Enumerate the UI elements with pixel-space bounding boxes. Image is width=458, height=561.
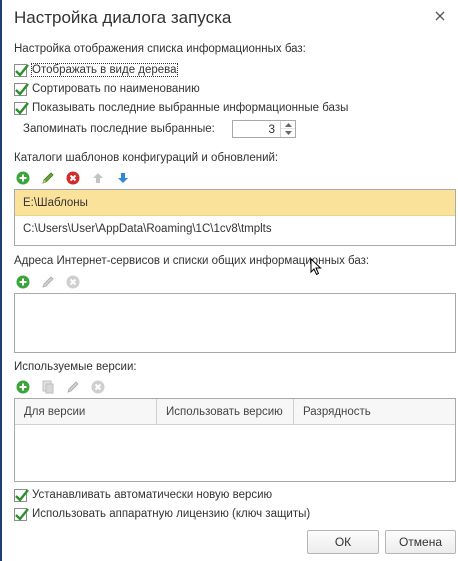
checkmark-icon — [15, 101, 29, 115]
templates-toolbar — [14, 169, 139, 187]
checkmark-icon — [15, 82, 29, 96]
edit-icon — [42, 276, 54, 288]
services-edit-button[interactable] — [39, 273, 57, 291]
column-header-for-version[interactable]: Для версии — [15, 399, 157, 425]
checkbox-show-recent[interactable]: Показывать последние выбранные информаци… — [14, 100, 348, 116]
templates-move-up-button[interactable] — [89, 169, 107, 187]
title-bar: Настройка диалога запуска — [2, 0, 458, 36]
internet-services-list[interactable] — [14, 293, 456, 353]
delete-icon — [91, 380, 105, 394]
versions-copy-button[interactable] — [39, 378, 57, 396]
versions-table[interactable]: Для версии Использовать версию Разряднос… — [14, 398, 456, 482]
checkbox-box[interactable] — [14, 507, 29, 521]
delete-icon — [66, 275, 80, 289]
stepper-buttons — [280, 121, 295, 137]
stepper-down-button[interactable] — [281, 129, 295, 137]
versions-heading: Используемые версии: — [14, 361, 137, 373]
copy-icon — [42, 380, 54, 394]
checkbox-label: Сортировать по наименованию — [32, 83, 200, 95]
checkbox-box[interactable] — [14, 63, 29, 77]
checkbox-hardware-license[interactable]: Использовать аппаратную лицензию (ключ з… — [14, 506, 310, 522]
templates-heading: Каталоги шаблонов конфигураций и обновле… — [14, 152, 279, 164]
versions-delete-button[interactable] — [89, 378, 107, 396]
list-display-heading: Настройка отображения списка информацион… — [14, 43, 306, 55]
ok-button[interactable]: ОК — [307, 530, 379, 554]
checkbox-sort-by-name[interactable]: Сортировать по наименованию — [14, 81, 200, 97]
checkbox-show-as-tree[interactable]: Отображать в виде дерева — [14, 62, 178, 78]
versions-edit-button[interactable] — [64, 378, 82, 396]
mouse-cursor-icon — [310, 258, 322, 276]
add-icon — [16, 380, 30, 394]
checkbox-box[interactable] — [14, 488, 29, 502]
chevron-down-icon — [284, 131, 292, 135]
stepper-value[interactable]: 3 — [268, 122, 275, 136]
list-item[interactable]: E:\Шаблоны — [15, 190, 455, 216]
templates-add-button[interactable] — [14, 169, 32, 187]
checkbox-label: Показывать последние выбранные информаци… — [32, 102, 349, 114]
column-header-use-version[interactable]: Использовать версию — [157, 399, 294, 425]
checkmark-icon — [15, 488, 29, 502]
versions-toolbar — [14, 378, 114, 396]
chevron-up-icon — [284, 122, 292, 127]
close-button[interactable] — [432, 8, 448, 24]
delete-icon — [66, 171, 80, 185]
add-icon — [16, 171, 30, 185]
dialog-title: Настройка диалога запуска — [14, 8, 232, 27]
templates-edit-button[interactable] — [39, 169, 57, 187]
checkmark-icon — [15, 507, 29, 521]
move-up-icon — [93, 173, 103, 183]
services-delete-button[interactable] — [64, 273, 82, 291]
checkmark-icon — [15, 63, 29, 77]
internet-services-toolbar — [14, 273, 89, 291]
templates-move-down-button[interactable] — [114, 169, 132, 187]
edit-icon — [67, 381, 79, 393]
edit-icon — [42, 172, 54, 184]
column-header-bitness[interactable]: Разрядность — [294, 399, 455, 425]
close-icon — [435, 11, 445, 21]
templates-delete-button[interactable] — [64, 169, 82, 187]
versions-add-button[interactable] — [14, 378, 32, 396]
cancel-button[interactable]: Отмена — [385, 530, 456, 554]
remember-count-stepper[interactable]: 3 — [232, 120, 296, 138]
checkbox-label: Использовать аппаратную лицензию (ключ з… — [32, 508, 311, 520]
move-down-icon — [118, 173, 128, 183]
add-icon — [16, 275, 30, 289]
remember-recent-label: Запоминать последние выбранные: — [23, 123, 215, 135]
stepper-up-button[interactable] — [281, 121, 295, 129]
launch-settings-dialog: Настройка диалога запуска Настройка отоб… — [0, 0, 458, 561]
checkbox-label: Устанавливать автоматически новую версию — [32, 489, 273, 501]
checkbox-auto-install[interactable]: Устанавливать автоматически новую версию — [14, 487, 272, 503]
table-header: Для версии Использовать версию Разряднос… — [15, 399, 455, 425]
list-item[interactable]: C:\Users\User\AppData\Roaming\1C\1cv8\tm… — [15, 216, 455, 242]
templates-list[interactable]: E:\Шаблоны C:\Users\User\AppData\Roaming… — [14, 189, 456, 246]
checkbox-box[interactable] — [14, 101, 29, 115]
checkbox-label: Отображать в виде дерева — [31, 63, 178, 77]
checkbox-box[interactable] — [14, 82, 29, 96]
services-add-button[interactable] — [14, 273, 32, 291]
